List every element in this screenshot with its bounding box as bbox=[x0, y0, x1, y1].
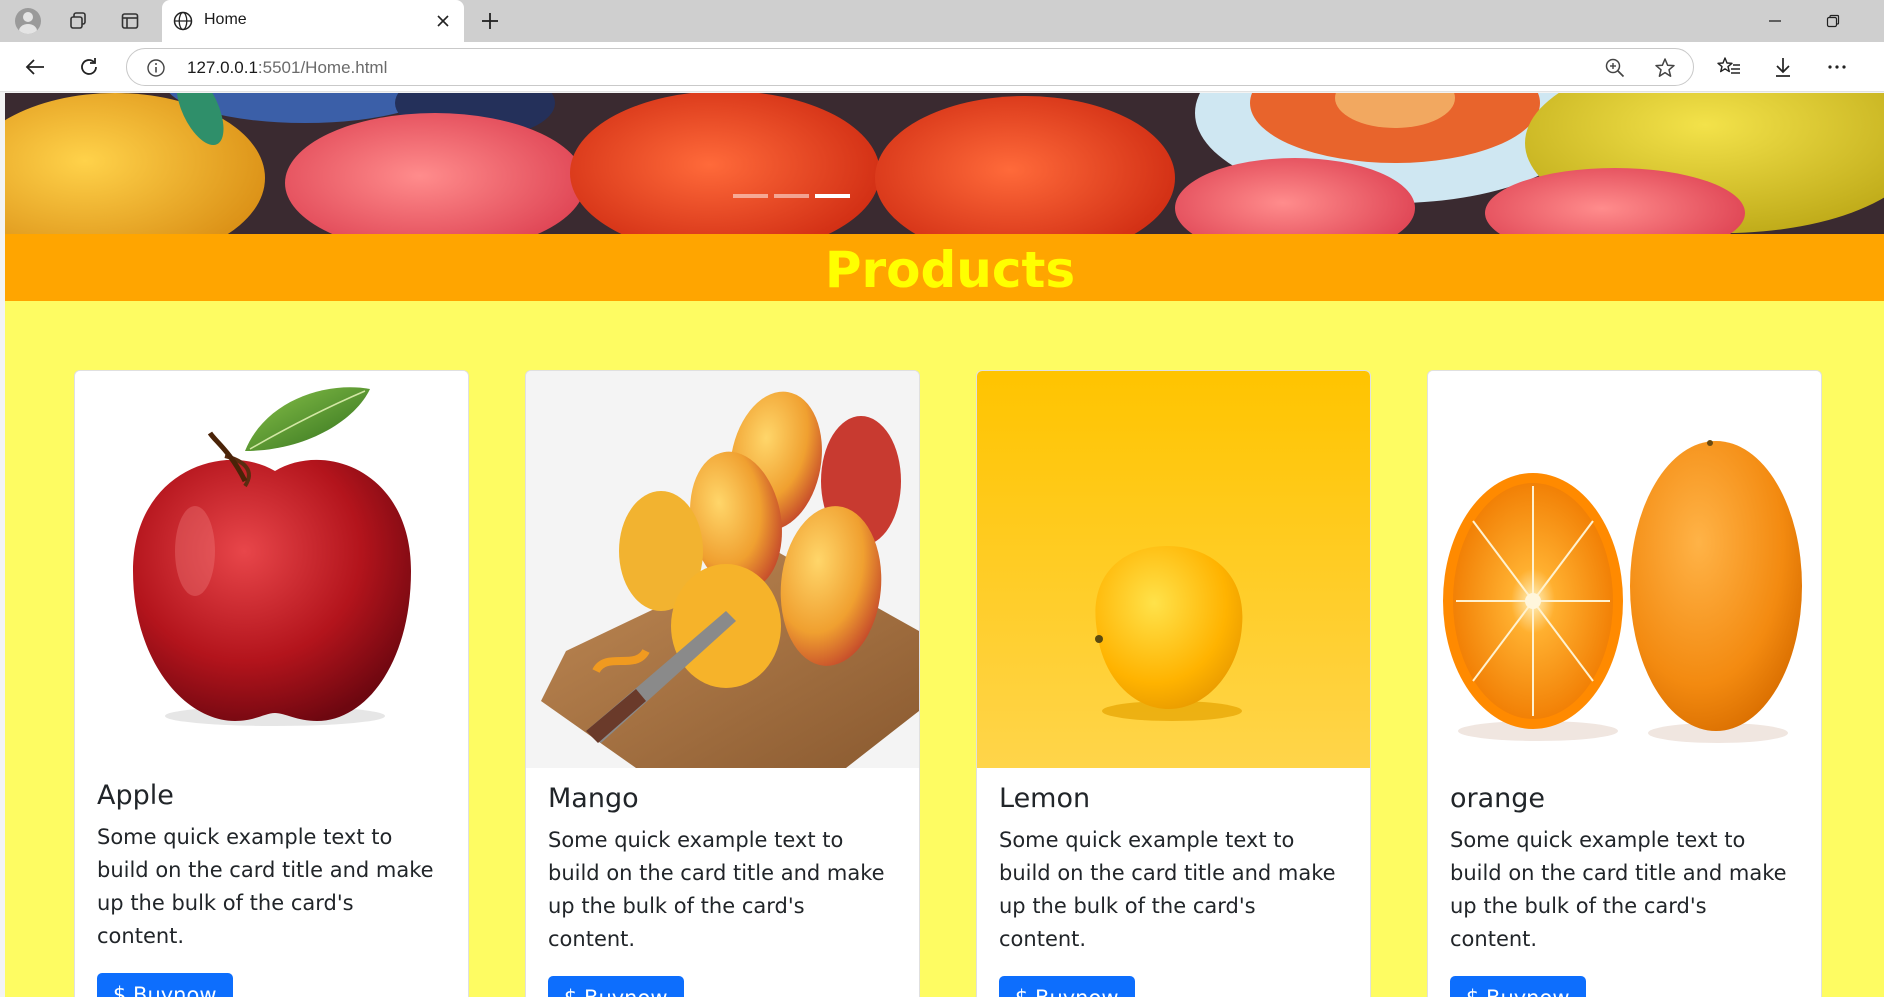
apple-image bbox=[75, 371, 468, 768]
fruit-carousel[interactable] bbox=[5, 93, 1884, 234]
restore-button[interactable] bbox=[1810, 6, 1856, 36]
carousel-indicator-2[interactable] bbox=[774, 194, 809, 198]
new-tab-button[interactable] bbox=[474, 7, 506, 35]
card-body: Apple Some quick example text to build o… bbox=[97, 779, 447, 997]
url-host: 127.0.0.1 bbox=[187, 58, 258, 77]
buynow-button[interactable]: $ Buynow bbox=[548, 976, 684, 997]
zoom-button[interactable] bbox=[1603, 56, 1627, 80]
tab-title: Home bbox=[204, 11, 247, 28]
workspaces-icon bbox=[70, 12, 86, 29]
card-text: Some quick example text to build on the … bbox=[1450, 828, 1787, 951]
plus-icon bbox=[482, 13, 498, 29]
page-title: Products bbox=[824, 241, 1076, 299]
product-card-lemon: Lemon Some quick example text to build o… bbox=[976, 370, 1371, 997]
browser-toolbar: 127.0.0.1:5501/Home.html bbox=[0, 42, 1884, 116]
address-bar[interactable]: 127.0.0.1:5501/Home.html bbox=[126, 48, 1694, 86]
orange-image bbox=[1428, 371, 1821, 768]
card-body: Lemon Some quick example text to build o… bbox=[999, 782, 1349, 997]
card-text: Some quick example text to build on the … bbox=[999, 828, 1336, 951]
downloads-button[interactable] bbox=[1766, 51, 1800, 83]
card-body: Mango Some quick example text to build o… bbox=[548, 782, 898, 997]
more-horizontal-icon bbox=[1828, 65, 1846, 69]
buynow-button[interactable]: $ Buynow bbox=[1450, 976, 1586, 997]
product-card-orange: orange Some quick example text to build … bbox=[1427, 370, 1822, 997]
card-title: Lemon bbox=[999, 783, 1091, 814]
card-text: Some quick example text to build on the … bbox=[548, 828, 885, 951]
refresh-button[interactable] bbox=[72, 51, 106, 83]
url-text[interactable]: 127.0.0.1:5501/Home.html bbox=[187, 58, 387, 78]
arrow-left-icon bbox=[25, 59, 44, 75]
vertical-tabs-button[interactable] bbox=[114, 7, 146, 35]
restore-icon bbox=[1826, 14, 1840, 28]
lemon-image bbox=[977, 371, 1370, 768]
favorites-list-icon bbox=[1717, 57, 1740, 74]
tab-home[interactable]: Home bbox=[162, 0, 464, 42]
profile-icon bbox=[15, 8, 41, 34]
workspaces-button[interactable] bbox=[62, 7, 94, 35]
buynow-button[interactable]: $ Buynow bbox=[97, 973, 233, 997]
carousel-fruit-image bbox=[5, 93, 1884, 234]
page-viewport: Products Apple Some quick example text t… bbox=[5, 93, 1884, 997]
favorite-button[interactable] bbox=[1653, 56, 1677, 80]
minimize-button[interactable] bbox=[1752, 6, 1798, 36]
back-button[interactable] bbox=[18, 51, 52, 83]
globe-icon bbox=[173, 11, 193, 31]
card-title: Apple bbox=[97, 780, 174, 811]
card-body: orange Some quick example text to build … bbox=[1450, 782, 1800, 997]
buynow-button[interactable]: $ Buynow bbox=[999, 976, 1135, 997]
url-path: :5501/Home.html bbox=[257, 58, 388, 77]
products-header-band: Products bbox=[5, 234, 1884, 301]
info-icon[interactable] bbox=[145, 57, 167, 79]
carousel-indicator-1[interactable] bbox=[733, 194, 768, 198]
download-icon bbox=[1776, 58, 1790, 77]
favorites-button[interactable] bbox=[1712, 51, 1746, 83]
star-icon bbox=[1655, 58, 1675, 77]
carousel-indicator-3[interactable] bbox=[815, 194, 850, 198]
product-card-mango: Mango Some quick example text to build o… bbox=[525, 370, 920, 997]
refresh-icon bbox=[81, 58, 97, 75]
settings-menu-button[interactable] bbox=[1820, 51, 1854, 83]
minimize-icon bbox=[1769, 20, 1781, 22]
product-card-apple: Apple Some quick example text to build o… bbox=[74, 370, 469, 997]
profile-avatar[interactable] bbox=[12, 7, 44, 35]
browser-titlebar: Home bbox=[0, 0, 1884, 42]
card-text: Some quick example text to build on the … bbox=[97, 825, 434, 948]
zoom-in-icon bbox=[1605, 58, 1625, 78]
close-icon bbox=[437, 15, 449, 27]
card-title: Mango bbox=[548, 783, 639, 814]
tab-close-button[interactable] bbox=[430, 8, 456, 34]
card-title: orange bbox=[1450, 783, 1546, 814]
tab-actions-icon bbox=[121, 13, 139, 29]
mango-image bbox=[526, 371, 919, 768]
